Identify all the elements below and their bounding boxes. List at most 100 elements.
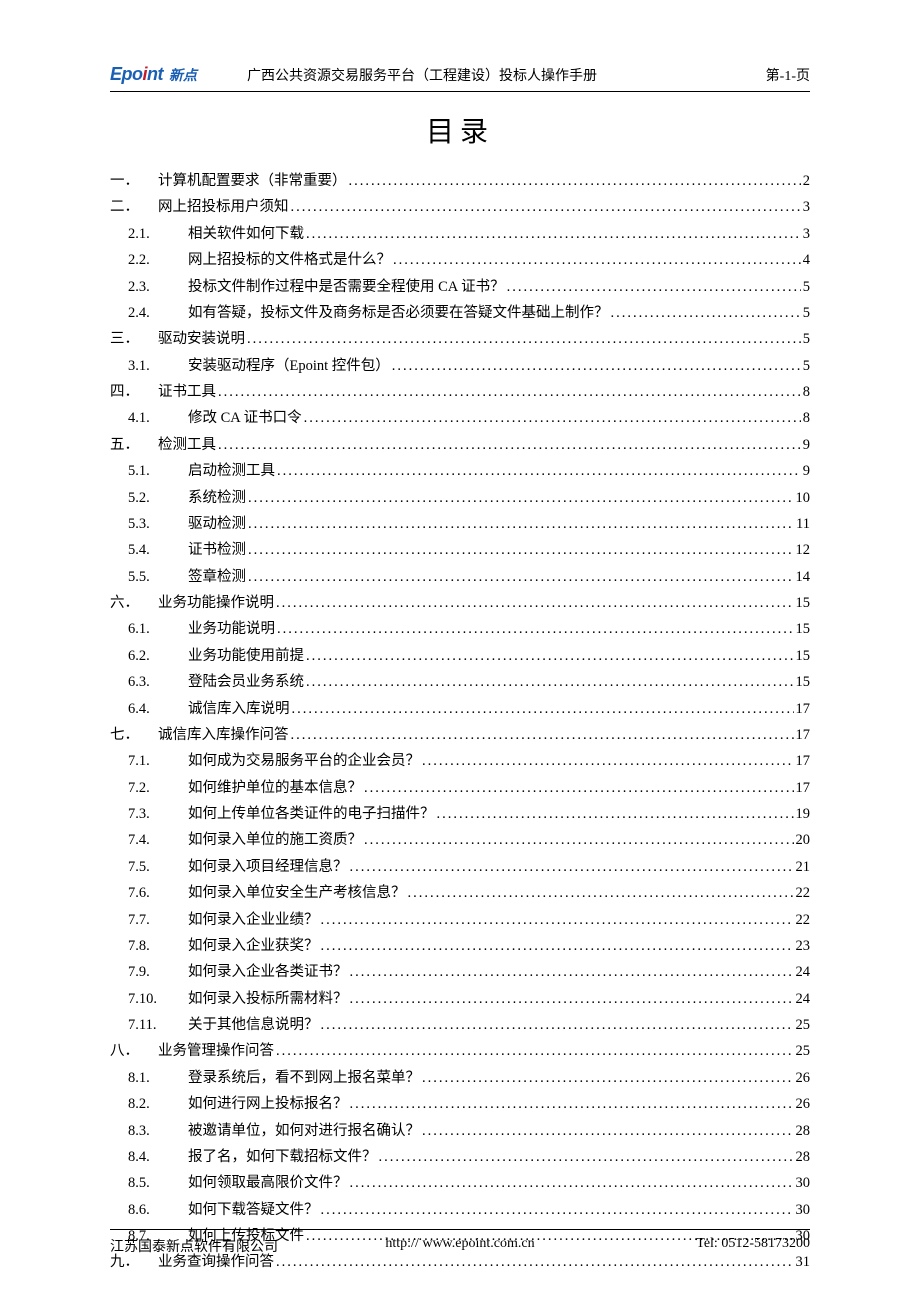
toc-row[interactable]: 8.6.如何下载答疑文件？30 (110, 1197, 810, 1223)
toc-number: 6.3. (128, 669, 188, 695)
toc-leader-dots (218, 379, 801, 405)
logo-prefix: Epo (110, 64, 143, 84)
toc-number: 2.4. (128, 300, 188, 326)
toc-row[interactable]: 7.9.如何录入企业各类证书？24 (110, 959, 810, 985)
toc-text: 安装驱动程序（Epoint 控件包） (188, 353, 390, 379)
page-footer: 江苏国泰新点软件有限公司 http:// www.epoint.com.cn T… (110, 1229, 810, 1256)
toc-row[interactable]: 7.6.如何录入单位安全生产考核信息？22 (110, 880, 810, 906)
toc-page-number: 5 (803, 274, 810, 300)
toc-row[interactable]: 8.5.如何领取最高限价文件？30 (110, 1170, 810, 1196)
toc-row[interactable]: 5.2.系统检测10 (110, 485, 810, 511)
toc-text: 关于其他信息说明？ (188, 1012, 319, 1038)
toc-page-number: 5 (803, 353, 810, 379)
toc-leader-dots (350, 1170, 794, 1196)
toc-row[interactable]: 2.1.相关软件如何下载3 (110, 221, 810, 247)
toc-row[interactable]: 2.3.投标文件制作过程中是否需要全程使用 CA 证书？ 5 (110, 274, 810, 300)
toc-row[interactable]: 2.2.网上招投标的文件格式是什么？4 (110, 247, 810, 273)
toc-row[interactable]: 5.1.启动检测工具9 (110, 458, 810, 484)
toc-page-number: 15 (796, 590, 811, 616)
toc-leader-dots (247, 326, 801, 352)
toc-row[interactable]: 8.2.如何进行网上投标报名？26 (110, 1091, 810, 1117)
toc-page-number: 19 (796, 801, 811, 827)
toc-row[interactable]: 7.4.如何录入单位的施工资质？20 (110, 827, 810, 853)
footer-tel: Tel: 0512-58173200 (577, 1236, 810, 1256)
footer-url: http:// www.epoint.com.cn (343, 1236, 576, 1256)
toc-number: 5.3. (128, 511, 188, 537)
toc-number: 2.1. (128, 221, 188, 247)
toc-number: 5.5. (128, 564, 188, 590)
toc-number: 7.1. (128, 748, 188, 774)
toc-row[interactable]: 7.10.如何录入投标所需材料？24 (110, 986, 810, 1012)
toc-row[interactable]: 7.1.如何成为交易服务平台的企业会员？17 (110, 748, 810, 774)
toc-text: 如何进行网上投标报名？ (188, 1091, 348, 1117)
toc-row[interactable]: 7.5.如何录入项目经理信息？21 (110, 854, 810, 880)
toc-text: 投标文件制作过程中是否需要全程使用 CA 证书？ (188, 274, 505, 300)
toc-leader-dots (321, 1012, 794, 1038)
toc-leader-dots (277, 458, 801, 484)
toc-page-number: 8 (803, 379, 810, 405)
toc-text: 驱动检测 (188, 511, 246, 537)
header-title: 广西公共资源交易服务平台（工程建设）投标人操作手册 (227, 65, 766, 87)
toc-number: 7.2. (128, 775, 188, 801)
toc-number: 6.2. (128, 643, 188, 669)
toc-row[interactable]: 八．业务管理操作问答25 (110, 1038, 810, 1064)
toc-leader-dots (611, 300, 801, 326)
toc-row[interactable]: 五．检测工具 9 (110, 432, 810, 458)
toc-number: 3.1. (128, 353, 188, 379)
toc-leader-dots (321, 907, 794, 933)
toc-row[interactable]: 8.1.登录系统后，看不到网上报名菜单？26 (110, 1065, 810, 1091)
toc-row[interactable]: 2.4.如有答疑，投标文件及商务标是否必须要在答疑文件基础上制作？5 (110, 300, 810, 326)
toc-row[interactable]: 6.4.诚信库入库说明17 (110, 696, 810, 722)
toc-row[interactable]: 5.3.驱动检测 11 (110, 511, 810, 537)
toc-number: 2.2. (128, 247, 188, 273)
toc-number: 7.4. (128, 827, 188, 853)
toc-text: 启动检测工具 (188, 458, 275, 484)
toc-row[interactable]: 一．计算机配置要求（非常重要）2 (110, 168, 810, 194)
toc-row[interactable]: 7.11.关于其他信息说明？25 (110, 1012, 810, 1038)
toc-row[interactable]: 7.2.如何维护单位的基本信息？17 (110, 775, 810, 801)
toc-row[interactable]: 5.4.证书检测12 (110, 537, 810, 563)
toc-page-number: 10 (796, 485, 811, 511)
toc-page-number: 17 (796, 696, 811, 722)
toc-row[interactable]: 8.4.报了名，如何下载招标文件？28 (110, 1144, 810, 1170)
toc-page-number: 22 (796, 880, 811, 906)
toc-row[interactable]: 7.3.如何上传单位各类证件的电子扫描件？19 (110, 801, 810, 827)
toc-row[interactable]: 4.1.修改 CA 证书口令8 (110, 405, 810, 431)
toc-row[interactable]: 二．网上招投标用户须知3 (110, 194, 810, 220)
toc-page-number: 21 (796, 854, 811, 880)
toc-number: 八． (110, 1038, 158, 1064)
toc-row[interactable]: 5.5.签章检测14 (110, 564, 810, 590)
toc-text: 网上招投标用户须知 (158, 194, 289, 220)
toc-row[interactable]: 七．诚信库入库操作问答17 (110, 722, 810, 748)
logo: Epoint 新点 (110, 64, 197, 87)
toc-row[interactable]: 四．证书工具8 (110, 379, 810, 405)
toc-row[interactable]: 三．驱动安装说明5 (110, 326, 810, 352)
toc-page-number: 26 (796, 1065, 811, 1091)
toc-page-number: 20 (796, 827, 811, 853)
toc-leader-dots (291, 722, 794, 748)
toc-text: 系统检测 (188, 485, 246, 511)
toc-text: 登陆会员业务系统 (188, 669, 304, 695)
toc-number: 五． (110, 432, 158, 458)
toc-row[interactable]: 8.3.被邀请单位，如何对进行报名确认？28 (110, 1118, 810, 1144)
toc-row[interactable]: 7.7.如何录入企业业绩？22 (110, 907, 810, 933)
toc-page-number: 9 (803, 432, 810, 458)
toc-row[interactable]: 6.3.登陆会员业务系统15 (110, 669, 810, 695)
toc-row[interactable]: 6.2.业务功能使用前提15 (110, 643, 810, 669)
toc-leader-dots (507, 274, 801, 300)
toc-number: 2.3. (128, 274, 188, 300)
toc-leader-dots (321, 933, 794, 959)
toc-leader-dots (422, 1065, 794, 1091)
toc-text: 如何维护单位的基本信息？ (188, 775, 362, 801)
toc-row[interactable]: 7.8.如何录入企业获奖？23 (110, 933, 810, 959)
toc-row[interactable]: 6.1.业务功能说明15 (110, 616, 810, 642)
toc-text: 检测工具 (158, 432, 216, 458)
toc-row[interactable]: 六．业务功能操作说明15 (110, 590, 810, 616)
logo-suffix: nt (147, 64, 163, 84)
toc-page-number: 11 (796, 511, 810, 537)
toc-row[interactable]: 3.1.安装驱动程序（Epoint 控件包） 5 (110, 353, 810, 379)
toc-leader-dots (292, 696, 794, 722)
toc-leader-dots (379, 1144, 794, 1170)
table-of-contents: 一．计算机配置要求（非常重要）2二．网上招投标用户须知32.1.相关软件如何下载… (110, 168, 810, 1276)
toc-page-number: 22 (796, 907, 811, 933)
